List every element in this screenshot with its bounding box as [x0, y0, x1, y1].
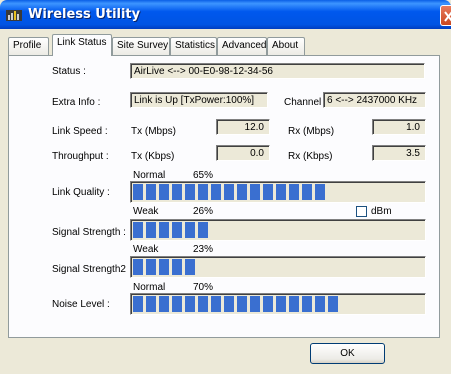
link-quality-bar	[130, 181, 426, 203]
rx-mbps-label: Rx (Mbps)	[288, 126, 335, 137]
signal-strength2-fill	[133, 259, 195, 275]
link-quality-word: Normal	[133, 170, 166, 181]
signal-strength2-bar	[130, 256, 426, 278]
signal-strength-percent: 26%	[193, 206, 214, 217]
status-label: Status :	[52, 66, 86, 77]
tx-kbps-label: Tx (Kbps)	[131, 151, 175, 162]
extra-info-field: Link is Up [TxPower:100%]	[130, 92, 268, 108]
link-speed-label: Link Speed :	[52, 126, 108, 137]
rx-mbps-field: 1.0	[372, 119, 426, 135]
tx-kbps-field: 0.0	[216, 145, 270, 161]
link-quality-fill	[133, 184, 325, 200]
status-field: AirLive <--> 00-E0-98-12-34-56	[130, 63, 425, 79]
noise-level-bar	[130, 293, 426, 315]
tab-site-survey[interactable]: Site Survey	[112, 37, 170, 55]
throughput-label: Throughput :	[52, 151, 109, 162]
signal-strength-label: Signal Strength :	[52, 227, 126, 238]
channel-label: Channel :	[284, 97, 327, 108]
channel-field: 6 <--> 2437000 KHz	[323, 92, 426, 108]
dbm-label: dBm	[371, 206, 392, 217]
noise-level-label: Noise Level :	[52, 299, 110, 310]
tab-link-status[interactable]: Link Status	[52, 34, 112, 56]
tab-advanced[interactable]: Advanced	[217, 37, 267, 55]
tx-mbps-label: Tx (Mbps)	[131, 126, 176, 137]
dbm-checkbox[interactable]	[356, 206, 367, 217]
rx-kbps-label: Rx (Kbps)	[288, 151, 333, 162]
noise-level-percent: 70%	[193, 282, 214, 293]
close-button[interactable]	[440, 5, 451, 26]
signal-strength2-label: Signal Strength2	[52, 264, 126, 275]
app-icon	[6, 7, 22, 23]
signal-strength-bar	[130, 219, 426, 241]
signal-strength-word: Weak	[133, 206, 159, 217]
ok-button[interactable]: OK	[310, 343, 385, 364]
noise-level-fill	[133, 296, 338, 312]
window-title: Wireless Utility	[28, 7, 141, 22]
tab-statistics[interactable]: Statistics	[170, 37, 217, 55]
extra-info-label: Extra Info :	[52, 97, 101, 108]
tab-profile[interactable]: Profile	[8, 37, 49, 55]
noise-level-word: Normal	[133, 282, 166, 293]
signal-strength2-percent: 23%	[193, 244, 214, 255]
link-quality-label: Link Quality :	[52, 187, 110, 198]
link-quality-percent: 65%	[193, 170, 214, 181]
rx-kbps-field: 3.5	[372, 145, 426, 161]
close-icon	[444, 11, 451, 22]
signal-strength2-word: Weak	[133, 244, 159, 255]
tab-about[interactable]: About	[267, 37, 305, 55]
tx-mbps-field: 12.0	[216, 119, 270, 135]
signal-strength-fill	[133, 222, 208, 238]
